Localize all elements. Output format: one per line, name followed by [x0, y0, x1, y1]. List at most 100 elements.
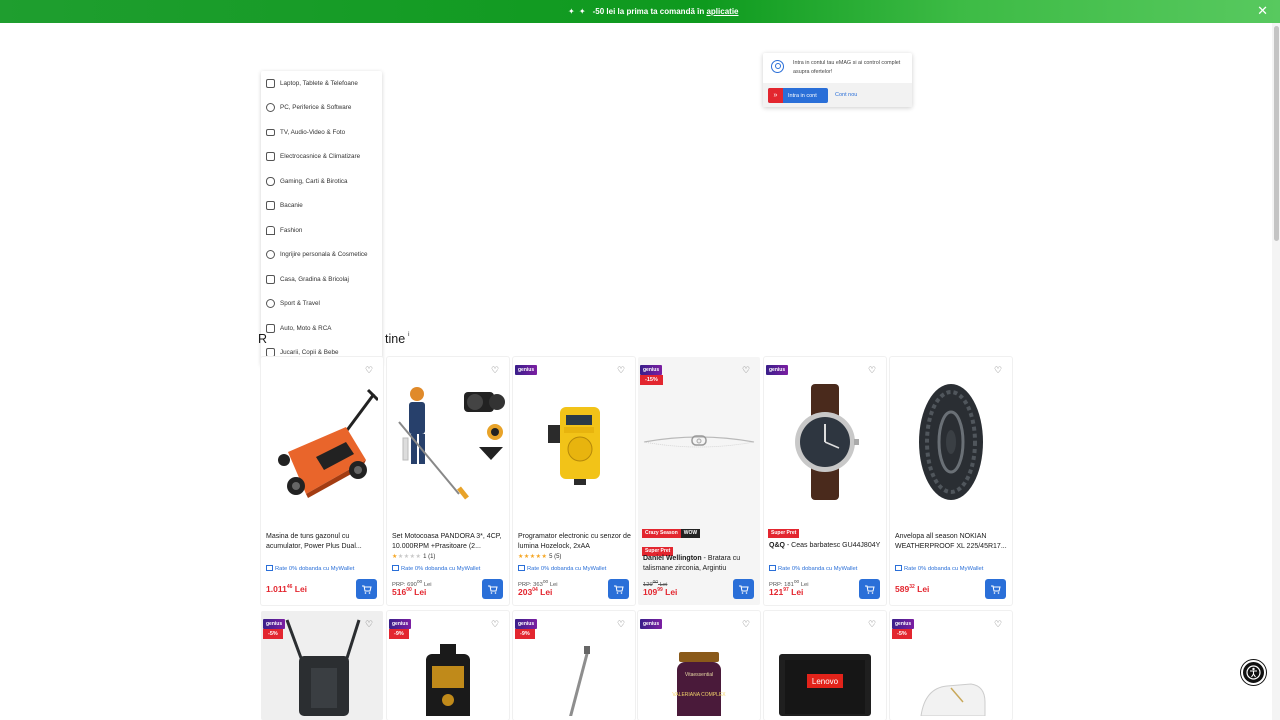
category-item[interactable]: Fashion [261, 218, 382, 242]
category-item[interactable]: Bacanie [261, 194, 382, 218]
product-tags: Crazy Season WOW Super Pret [642, 521, 701, 557]
product-card[interactable]: ♡ Set Motocoasa PANDORA 3*, 4CP, 10.000R… [387, 357, 509, 605]
product-image[interactable] [387, 357, 509, 527]
sport-icon [266, 299, 275, 308]
category-item[interactable]: Sport & Travel [261, 292, 382, 316]
discount-badge: -15% [640, 375, 663, 385]
product-card[interactable]: ♡ Anvelopa all season NOKIAN WEATHERPROO… [890, 357, 1012, 605]
product-card[interactable]: genius -9% ♡ [513, 611, 635, 720]
product-card[interactable]: ♡ Masina de tuns gazonul cu acumulator, … [261, 357, 383, 605]
login-popup-actions: » Intra in cont Cont nou [763, 83, 912, 107]
genius-badge: genius [892, 619, 915, 629]
cart-icon [361, 585, 372, 594]
heart-icon[interactable]: ♡ [363, 364, 375, 376]
add-to-cart-button[interactable] [733, 579, 754, 599]
tv-icon [266, 128, 275, 136]
heart-icon[interactable]: ♡ [866, 618, 878, 630]
product-image[interactable] [890, 357, 1012, 527]
heart-icon[interactable]: ♡ [740, 364, 752, 376]
star-empty-icon: ★★★★ [397, 554, 422, 560]
category-item[interactable]: Electrocasnice & Climatizare [261, 145, 382, 169]
product-card[interactable]: genius -5% ♡ [261, 611, 383, 720]
product-title[interactable]: Programator electronic cu senzor de lumi… [518, 532, 632, 552]
category-menu: Laptop, Tablete & Telefoane PC, Periferi… [261, 71, 382, 365]
wallet-icon [518, 565, 525, 571]
product-title[interactable]: Set Motocoasa PANDORA 3*, 4CP, 10.000RPM… [392, 532, 506, 552]
info-icon[interactable]: i [408, 332, 409, 338]
product-title[interactable]: Q&Q - Ceas barbatesc GU44J804Y [769, 541, 883, 551]
cart-icon [487, 585, 498, 594]
product-card[interactable]: Lenovo ♡ [764, 611, 886, 720]
product-card[interactable]: genius ♡ Super Pret Q&Q - Ceas barbatesc… [764, 357, 886, 605]
heart-icon[interactable]: ♡ [992, 618, 1004, 630]
product-rating[interactable]: ★★★★★ 1 (1) [392, 553, 435, 560]
product-image[interactable] [513, 357, 635, 527]
add-to-cart-button[interactable] [985, 579, 1006, 599]
heart-icon[interactable]: ♡ [363, 618, 375, 630]
heart-icon[interactable]: ♡ [992, 364, 1004, 376]
product-image[interactable] [261, 357, 383, 527]
accessibility-button[interactable] [1241, 660, 1266, 685]
crazy-season-tag: Crazy Season [642, 529, 681, 538]
product-title[interactable]: Anvelopa all season NOKIAN WEATHERPROOF … [895, 532, 1009, 552]
accessibility-icon [1246, 665, 1261, 680]
mywallet-info[interactable]: Rate 0% dobanda cu MyWallet [392, 565, 480, 572]
mywallet-info[interactable]: Rate 0% dobanda cu MyWallet [266, 565, 354, 572]
wallet-icon [392, 565, 399, 571]
product-card[interactable]: genius -5% ♡ [890, 611, 1012, 720]
user-icon [771, 60, 784, 73]
product-title[interactable]: Daniel Wellington - Bratara cu talismane… [643, 554, 757, 574]
tshirt-icon [266, 225, 275, 235]
category-item[interactable]: Casa, Gradina & Bricolaj [261, 267, 382, 291]
promo-message[interactable]: ✦ ✦ -50 lei la prima ta comandă în aplica… [568, 7, 738, 16]
cart-icon [864, 585, 875, 594]
login-button[interactable]: » Intra in cont [768, 88, 828, 103]
genius-badge: genius [640, 365, 663, 375]
product-title[interactable]: Masina de tuns gazonul cu acumulator, Po… [266, 532, 380, 552]
product-image[interactable] [764, 357, 886, 527]
heart-icon[interactable]: ♡ [489, 618, 501, 630]
section-title-start: R [258, 332, 268, 346]
grocery-bag-icon [266, 201, 275, 210]
category-item[interactable]: Auto, Moto & RCA [261, 316, 382, 340]
heart-icon[interactable]: ♡ [615, 618, 627, 630]
category-item[interactable]: Ingrijire personala & Cosmetice [261, 243, 382, 267]
promo-app-link[interactable]: aplicatie [706, 7, 738, 16]
product-price: 12197 Lei [769, 587, 804, 597]
category-item[interactable]: TV, Audio-Video & Foto [261, 120, 382, 144]
login-popup: Intra in contul tau eMAG si ai control c… [763, 53, 912, 107]
category-item[interactable]: PC, Periferice & Software [261, 96, 382, 120]
add-to-cart-button[interactable] [608, 579, 629, 599]
add-to-cart-button[interactable] [482, 579, 503, 599]
mywallet-info[interactable]: Rate 0% dobanda cu MyWallet [895, 565, 983, 572]
phone-icon [266, 78, 275, 88]
product-card[interactable]: genius -15% ♡ Crazy Season WOW Super Pret… [638, 357, 760, 605]
heart-icon[interactable]: ♡ [740, 618, 752, 630]
gamepad-icon [266, 176, 275, 186]
wallet-icon [266, 565, 273, 571]
promo-bar: ✦ ✦ -50 lei la prima ta comandă în aplica… [0, 0, 1280, 23]
mouse-icon [266, 103, 275, 112]
product-rating[interactable]: ★★★★★ 5 (5) [518, 553, 561, 560]
wallet-icon [769, 565, 776, 571]
product-price: 51600 Lei [392, 587, 427, 597]
category-item[interactable]: Laptop, Tablete & Telefoane [261, 71, 382, 95]
add-to-cart-button[interactable] [859, 579, 880, 599]
new-account-link[interactable]: Cont nou [835, 92, 857, 98]
heart-icon[interactable]: ♡ [866, 364, 878, 376]
genius-badge: genius [766, 365, 789, 375]
genius-badge: genius [389, 619, 412, 629]
mywallet-info[interactable]: Rate 0% dobanda cu MyWallet [518, 565, 606, 572]
heart-icon[interactable]: ♡ [489, 364, 501, 376]
category-item[interactable]: Gaming, Carti & Birotica [261, 169, 382, 193]
add-to-cart-button[interactable] [356, 579, 377, 599]
heart-icon[interactable]: ♡ [615, 364, 627, 376]
scrollbar-thumb[interactable] [1274, 26, 1279, 241]
product-card[interactable]: genius ♡ Programator electronic cu senzo… [513, 357, 635, 605]
wow-tag: WOW [680, 529, 701, 538]
mywallet-info[interactable]: Rate 0% dobanda cu MyWallet [769, 565, 857, 572]
double-chevron-icon: » [768, 88, 783, 103]
product-card[interactable]: Vitaessential VALERIANA COMPLEX genius ♡ [638, 611, 760, 720]
product-card[interactable]: genius -9% ♡ [387, 611, 509, 720]
close-icon[interactable]: ✕ [1257, 4, 1268, 17]
